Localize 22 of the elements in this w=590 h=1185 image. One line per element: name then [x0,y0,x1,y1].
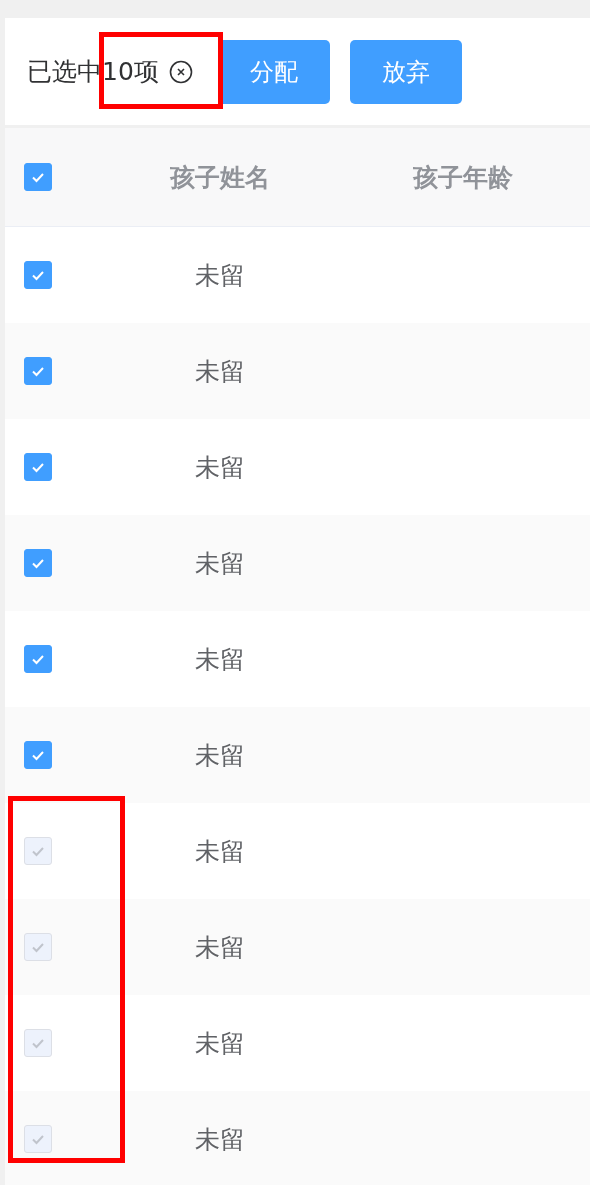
checkbox[interactable] [24,357,52,385]
table-cell-text: 未留 [195,547,245,580]
table-cell-text: 未留 [195,835,245,868]
table-cell-text: 未留 [195,451,245,484]
table-cell-text: 未留 [195,259,245,292]
checkbox[interactable] [24,645,52,673]
column-header: 孩子姓名 [170,161,270,194]
selection-count: 已选中10项 [27,56,159,88]
table-cell-text: 未留 [195,355,245,388]
checkbox[interactable] [24,741,52,769]
close-icon[interactable] [168,59,193,84]
checkbox[interactable] [24,163,52,191]
checkbox[interactable] [24,453,52,481]
checkbox[interactable] [24,549,52,577]
table-cell-text: 未留 [195,739,245,772]
column-header: 孩子年龄 [412,161,513,194]
checkbox[interactable] [24,261,52,289]
table-cell-text: 未留 [195,1027,245,1060]
table-cell-text: 未留 [195,1123,245,1156]
table-cell-text: 未留 [195,931,245,964]
table-cell-text: 未留 [195,643,245,676]
action-button[interactable]: 放弃 [349,39,462,104]
